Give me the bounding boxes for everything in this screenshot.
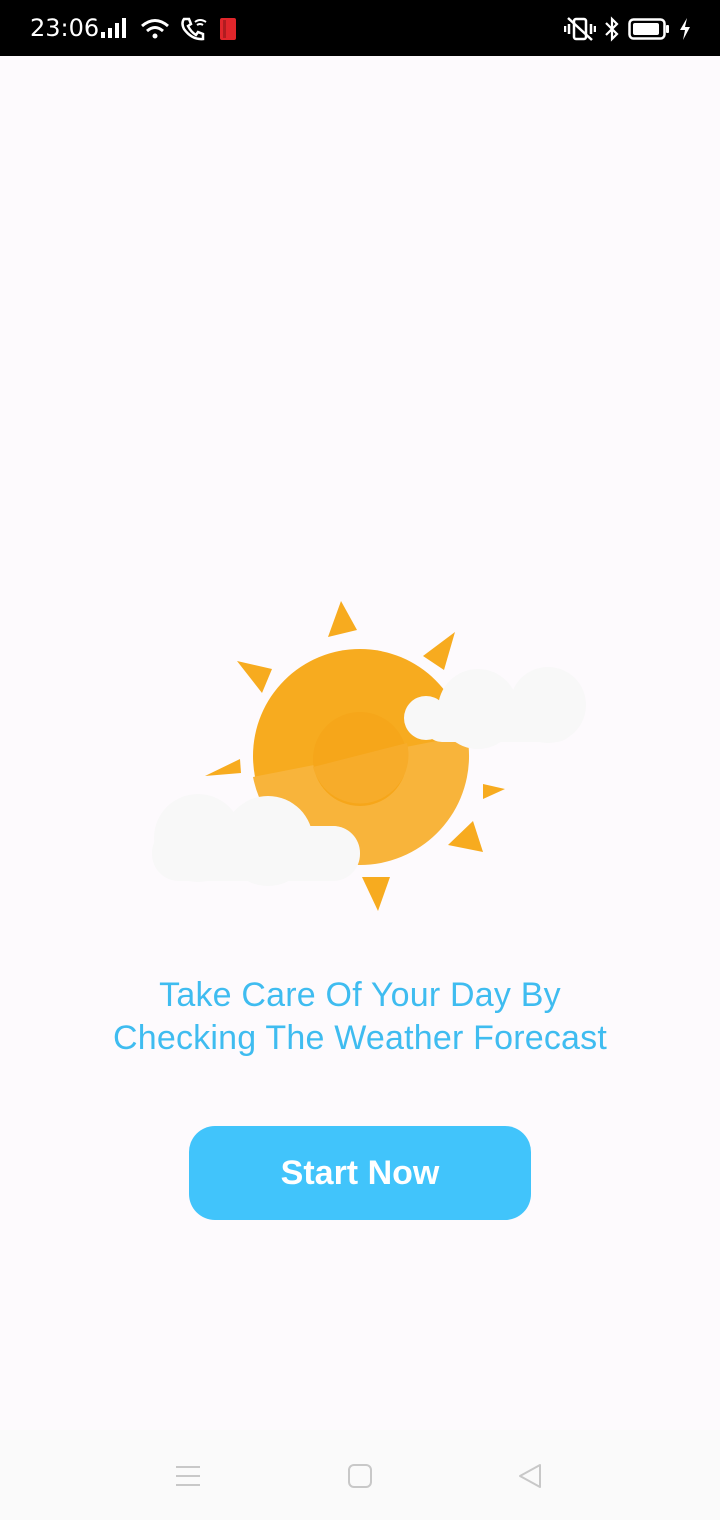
notification-app-icon bbox=[218, 16, 238, 42]
status-bar: 23:06 bbox=[0, 0, 720, 56]
charging-icon bbox=[678, 17, 692, 41]
bluetooth-icon bbox=[604, 16, 620, 42]
signal-bars-icon bbox=[100, 17, 130, 41]
wifi-call-icon bbox=[180, 16, 208, 42]
navigation-bar bbox=[0, 1430, 720, 1520]
home-square-icon[interactable] bbox=[342, 1460, 378, 1492]
sun-with-clouds-illustration bbox=[152, 601, 586, 911]
start-now-button[interactable]: Start Now bbox=[189, 1126, 531, 1220]
status-left-icons bbox=[100, 16, 238, 42]
tagline-line-2: Checking The Weather Forecast bbox=[112, 1019, 607, 1057]
status-time: 23:06 bbox=[30, 14, 100, 42]
tagline-line-1: Take Care Of Your Day By bbox=[159, 976, 561, 1014]
vibrate-icon bbox=[564, 16, 596, 42]
wifi-icon bbox=[140, 17, 170, 41]
tagline: Take Care Of Your Day By Checking The We… bbox=[0, 974, 720, 1060]
onboarding-screen: Take Care Of Your Day By Checking The We… bbox=[0, 56, 720, 1430]
menu-icon[interactable] bbox=[170, 1460, 206, 1492]
back-triangle-icon[interactable] bbox=[512, 1460, 548, 1492]
battery-icon bbox=[628, 17, 670, 41]
status-right-icons bbox=[564, 16, 692, 42]
